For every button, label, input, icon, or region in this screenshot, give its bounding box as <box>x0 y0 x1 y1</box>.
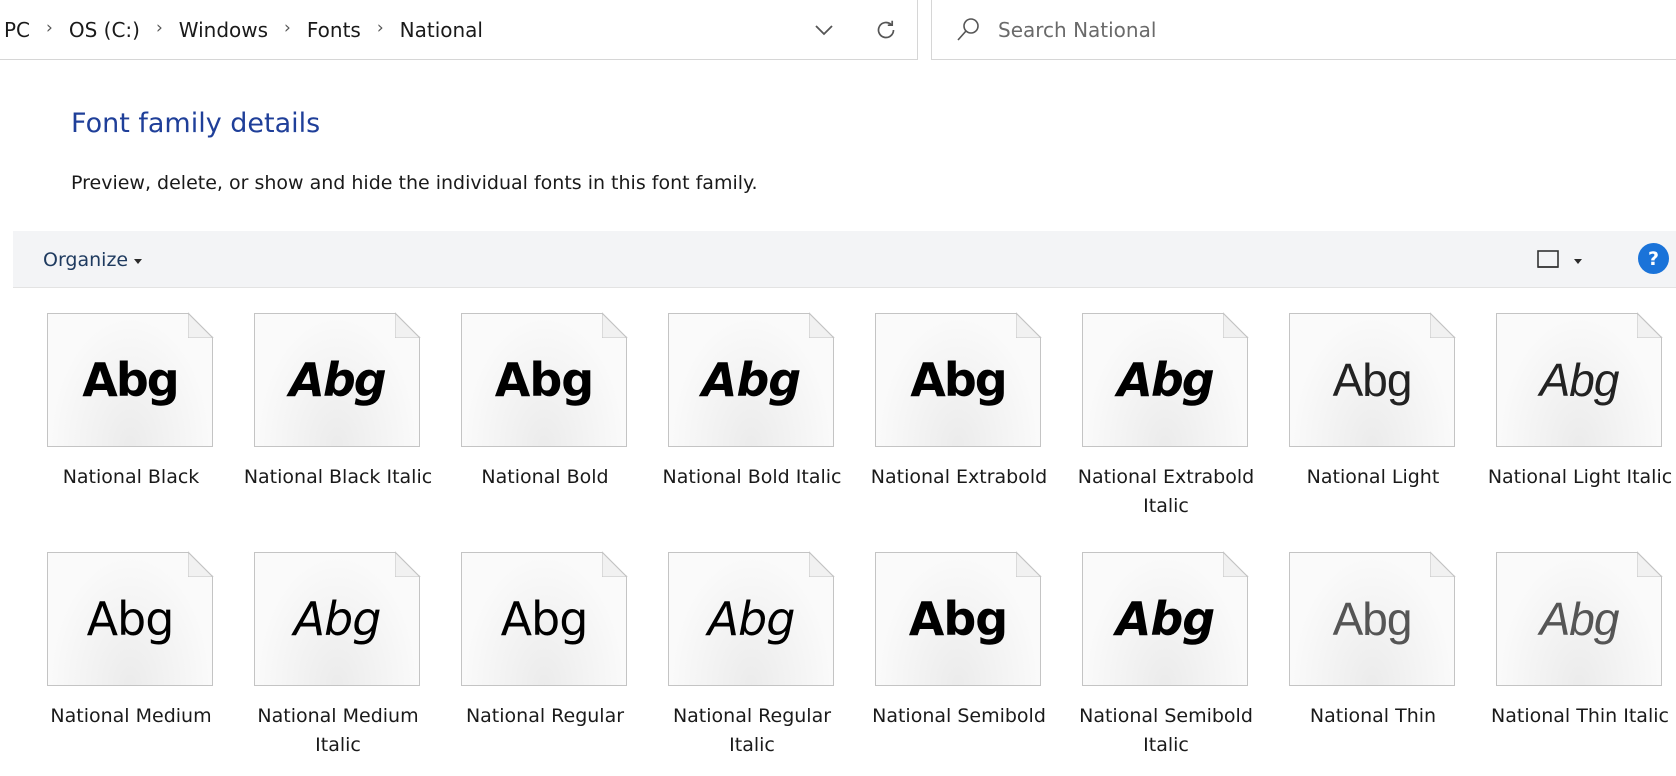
help-button[interactable]: ? <box>1638 243 1669 274</box>
search-input[interactable] <box>998 12 1638 48</box>
breadcrumb-os-drive[interactable]: OS (C:) <box>69 18 140 42</box>
font-sample-text: Abg <box>1332 593 1413 645</box>
page-fold-icon <box>602 551 628 577</box>
font-name-label: National Black Italic <box>243 466 433 488</box>
font-sample-text: Abg <box>289 353 386 407</box>
font-sample-text: Abg <box>910 353 1007 407</box>
font-sample-text: Abg <box>494 353 594 407</box>
font-sample-text: Abg <box>293 592 382 646</box>
page-fold-icon <box>395 551 421 577</box>
page-fold-icon <box>809 312 835 338</box>
font-sample-text: Abg <box>500 592 589 646</box>
font-sample-text: Abg <box>1332 354 1413 406</box>
font-item[interactable]: Abg National Black Italic <box>239 298 446 537</box>
view-layout-icon <box>1537 250 1559 268</box>
font-item[interactable]: Abg National Thin Italic <box>1481 537 1676 776</box>
font-sample-text: Abg <box>908 592 1008 646</box>
breadcrumb: PC › OS (C:) › Windows › Fonts › Nationa… <box>0 0 483 59</box>
font-sample-text: Abg <box>1117 353 1214 407</box>
page-fold-icon <box>188 551 214 577</box>
font-item[interactable]: Abg National Thin <box>1274 537 1481 776</box>
address-bar[interactable]: PC › OS (C:) › Windows › Fonts › Nationa… <box>0 0 918 60</box>
caret-down-icon <box>1574 258 1582 264</box>
font-sample-text: Abg <box>1115 592 1215 646</box>
font-item[interactable]: Abg National Light Italic <box>1481 298 1676 537</box>
search-box[interactable] <box>931 0 1676 60</box>
font-item[interactable]: Abg National Bold <box>446 298 653 537</box>
font-name-label: National Semibold <box>872 705 1046 727</box>
refresh-button[interactable] <box>870 14 902 46</box>
refresh-icon <box>877 20 895 39</box>
page-fold-icon <box>1430 551 1456 577</box>
font-item[interactable]: Abg National Semibold <box>860 537 1067 776</box>
breadcrumb-separator-icon[interactable]: › <box>46 20 53 37</box>
page-fold-icon <box>1016 312 1042 338</box>
page-description: Preview, delete, or show and hide the in… <box>71 172 758 194</box>
font-item[interactable]: Abg National Medium Italic <box>239 537 446 776</box>
font-name-label: National Light <box>1306 466 1440 488</box>
breadcrumb-windows[interactable]: Windows <box>179 18 268 42</box>
font-name-label: National Regular <box>465 705 625 727</box>
help-icon: ? <box>1647 247 1660 270</box>
font-grid: Abg National Black Abg National Black Itali… <box>32 298 1676 776</box>
search-icon <box>957 18 979 41</box>
breadcrumb-separator-icon[interactable]: › <box>377 20 384 37</box>
font-name-label: National Regular Italic <box>672 705 832 756</box>
font-item[interactable]: Abg National Regular Italic <box>653 537 860 776</box>
page-fold-icon <box>1637 312 1663 338</box>
font-name-label: National Medium Italic <box>257 705 419 756</box>
font-name-label: National Extrabold Italic <box>1077 466 1255 517</box>
page-fold-icon <box>1637 551 1663 577</box>
breadcrumb-separator-icon[interactable]: › <box>156 20 163 37</box>
breadcrumb-pc[interactable]: PC <box>4 18 30 42</box>
font-sample-text: Abg <box>86 592 175 646</box>
font-item[interactable]: Abg National Medium <box>32 537 239 776</box>
font-name-label: National Bold Italic <box>662 466 842 488</box>
font-name-label: National Black <box>62 466 200 488</box>
font-sample-text: Abg <box>1539 354 1620 406</box>
page-title: Font family details <box>71 108 321 139</box>
page-fold-icon <box>1430 312 1456 338</box>
font-item[interactable]: Abg National Regular <box>446 537 653 776</box>
page-fold-icon <box>1223 551 1249 577</box>
font-item[interactable]: Abg National Light <box>1274 298 1481 537</box>
page-fold-icon <box>602 312 628 338</box>
caret-down-icon <box>134 258 143 264</box>
font-sample-text: Abg <box>701 353 801 407</box>
chevron-down-icon <box>815 25 833 36</box>
font-name-label: National Thin Italic <box>1491 705 1669 727</box>
command-bar: Organize ? <box>13 231 1676 288</box>
font-name-label: National Extrabold <box>870 466 1048 488</box>
font-name-label: National Bold <box>481 466 609 488</box>
font-sample-text: Abg <box>707 592 796 646</box>
breadcrumb-fonts[interactable]: Fonts <box>307 18 361 42</box>
organize-label: Organize <box>43 249 129 271</box>
page-fold-icon <box>809 551 835 577</box>
font-item[interactable]: Abg National Extrabold Italic <box>1067 298 1274 537</box>
address-history-button[interactable] <box>808 14 840 46</box>
page-fold-icon <box>188 312 214 338</box>
organize-button[interactable]: Organize <box>43 245 143 275</box>
font-item[interactable]: Abg National Semibold Italic <box>1067 537 1274 776</box>
breadcrumb-national[interactable]: National <box>400 18 483 42</box>
font-item[interactable]: Abg National Bold Italic <box>653 298 860 537</box>
font-sample-text: Abg <box>82 353 179 407</box>
page-fold-icon <box>395 312 421 338</box>
top-bar: PC › OS (C:) › Windows › Fonts › Nationa… <box>0 0 1676 60</box>
page-fold-icon <box>1223 312 1249 338</box>
page-fold-icon <box>1016 551 1042 577</box>
font-item[interactable]: Abg National Extrabold <box>860 298 1067 537</box>
font-name-label: National Thin <box>1309 705 1437 727</box>
font-name-label: National Light Italic <box>1487 466 1673 488</box>
font-item[interactable]: Abg National Black <box>32 298 239 537</box>
breadcrumb-separator-icon[interactable]: › <box>284 20 291 37</box>
change-view-button[interactable] <box>1536 245 1598 275</box>
font-name-label: National Semibold Italic <box>1079 705 1253 756</box>
font-sample-text: Abg <box>1539 593 1620 645</box>
font-name-label: National Medium <box>50 705 212 727</box>
